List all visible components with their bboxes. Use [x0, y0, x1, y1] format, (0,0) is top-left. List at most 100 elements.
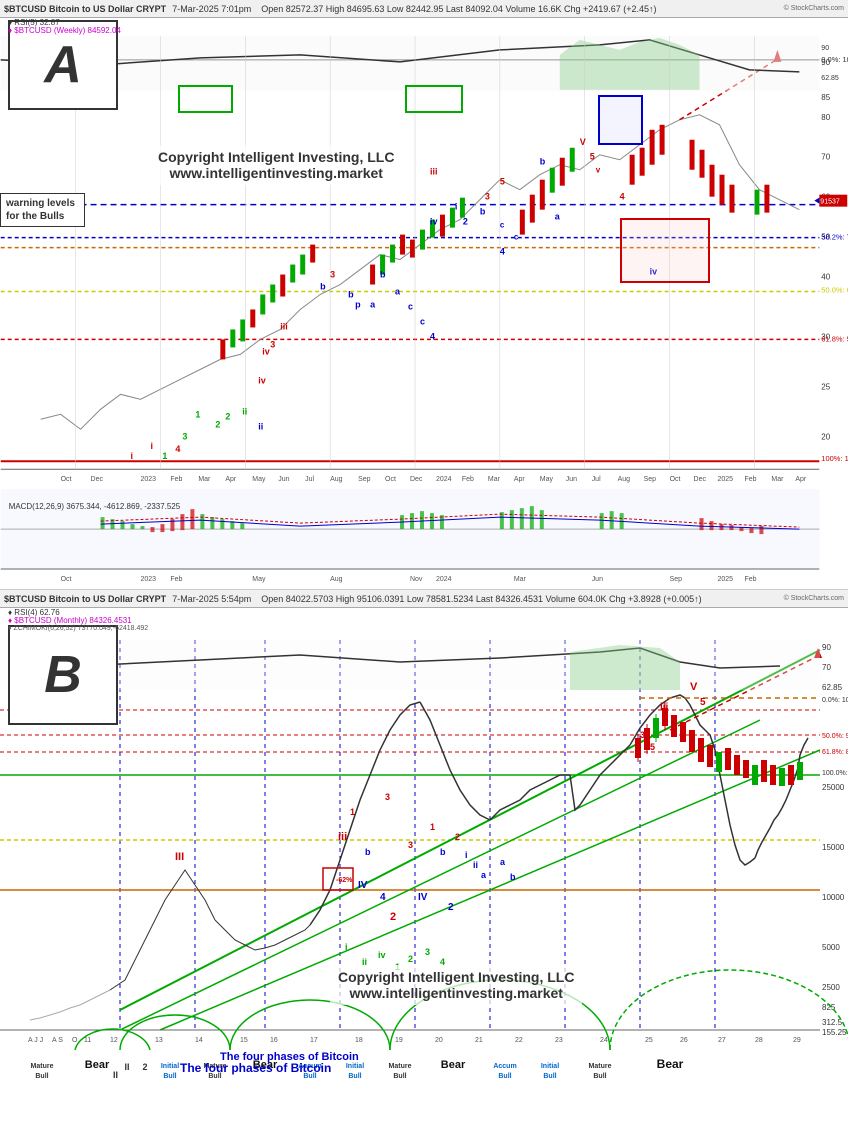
svg-text:Apr: Apr: [795, 476, 807, 483]
svg-text:Dec: Dec: [410, 476, 423, 483]
svg-text:5: 5: [700, 697, 706, 708]
svg-text:3: 3: [385, 792, 390, 802]
svg-text:May: May: [252, 576, 266, 583]
svg-text:90: 90: [821, 45, 829, 52]
svg-text:i: i: [345, 942, 348, 952]
svg-text:2500: 2500: [822, 983, 840, 992]
chart-a-title: $BTCUSD Bitcoin to US Dollar CRYPT: [4, 4, 166, 14]
svg-text:2: 2: [408, 954, 413, 964]
svg-text:Accum: Accum: [493, 1063, 516, 1070]
svg-text:O: O: [72, 1037, 78, 1044]
svg-text:62.85: 62.85: [822, 683, 843, 692]
svg-text:A S: A S: [52, 1037, 63, 1044]
svg-text:3: 3: [408, 840, 413, 850]
svg-text:5: 5: [590, 152, 595, 162]
svg-text:3: 3: [485, 192, 490, 202]
svg-text:b: b: [540, 157, 546, 167]
svg-text:Jul: Jul: [305, 476, 314, 483]
svg-text:b: b: [440, 847, 446, 857]
svg-text:25: 25: [645, 1037, 653, 1044]
svg-text:20: 20: [435, 1037, 443, 1044]
svg-text:312.5: 312.5: [822, 1018, 843, 1027]
green-rect-2: [405, 85, 463, 113]
svg-text:13: 13: [155, 1037, 163, 1044]
svg-text:b: b: [348, 289, 354, 299]
chart-b-ohlcv: Open 84022.5703 High 95106.0391 Low 7858…: [261, 594, 701, 604]
svg-text:17: 17: [310, 1037, 318, 1044]
svg-text:Jul: Jul: [592, 476, 601, 483]
svg-text:Mature: Mature: [589, 1063, 612, 1070]
svg-text:IV: IV: [418, 892, 428, 903]
svg-text:Mar: Mar: [198, 476, 211, 483]
svg-text:28: 28: [755, 1037, 763, 1044]
svg-text:50.0%: 90660.8: 50.0%: 90660.8: [822, 733, 848, 740]
svg-text:c: c: [408, 301, 413, 311]
svg-text:Feb: Feb: [170, 576, 182, 583]
copyright-b: Copyright Intelligent Investing, LLC www…: [330, 965, 582, 1005]
svg-text:2025: 2025: [718, 476, 734, 483]
green-rect-1: [178, 85, 233, 113]
svg-text:iii: iii: [430, 167, 437, 177]
svg-text:v: v: [596, 166, 601, 175]
svg-text:2023: 2023: [140, 576, 156, 583]
svg-text:c: c: [500, 221, 505, 230]
chart-b-label: B: [44, 645, 82, 705]
svg-text:Jun: Jun: [566, 476, 577, 483]
svg-text:2025: 2025: [718, 576, 734, 583]
svg-text:2: 2: [390, 911, 396, 923]
svg-text:b: b: [365, 847, 371, 857]
svg-text:Mar: Mar: [514, 576, 527, 583]
svg-text:i: i: [150, 441, 153, 451]
svg-text:Aug: Aug: [330, 476, 343, 483]
svg-text:15000: 15000: [822, 843, 845, 852]
svg-text:Bull: Bull: [35, 1073, 48, 1080]
svg-text:Initial: Initial: [161, 1063, 179, 1070]
svg-text:19: 19: [395, 1037, 403, 1044]
svg-text:Bear: Bear: [85, 1059, 110, 1071]
svg-text:ii: ii: [242, 406, 247, 416]
svg-text:ii: ii: [258, 421, 263, 431]
svg-text:Dec: Dec: [694, 476, 707, 483]
svg-text:5: 5: [500, 177, 505, 187]
blue-rect-1: [598, 95, 643, 145]
svg-text:Apr: Apr: [514, 476, 526, 483]
svg-text:14: 14: [195, 1037, 203, 1044]
svg-text:4: 4: [500, 247, 505, 257]
chart-a-ohlcv: Open 82572.37 High 84695.63 Low 82442.95…: [261, 4, 656, 14]
svg-text:80: 80: [821, 113, 830, 122]
chart-a-header: $BTCUSD Bitcoin to US Dollar CRYPT 7-Mar…: [0, 0, 848, 18]
svg-text:Initial: Initial: [541, 1063, 559, 1070]
svg-text:b: b: [510, 872, 516, 882]
svg-text:22: 22: [515, 1037, 523, 1044]
svg-text:1: 1: [350, 807, 355, 817]
svg-text:Bear: Bear: [657, 1057, 684, 1071]
svg-text:10000: 10000: [822, 893, 845, 902]
svg-text:Bull: Bull: [543, 1073, 556, 1080]
svg-text:23: 23: [555, 1037, 563, 1044]
indicator-b: ♦ ZCHIMOKI(6,26,52) 73770.049,-62418.492: [8, 625, 148, 632]
svg-text:Initial: Initial: [346, 1063, 364, 1070]
svg-text:Sep: Sep: [358, 476, 371, 483]
svg-text:Bull: Bull: [593, 1073, 606, 1080]
svg-text:29: 29: [793, 1037, 801, 1044]
chart-b: $BTCUSD Bitcoin to US Dollar CRYPT 7-Mar…: [0, 590, 848, 1125]
svg-text:iv: iv: [430, 217, 437, 227]
svg-text:4: 4: [620, 192, 625, 202]
svg-text:25000: 25000: [822, 783, 845, 792]
svg-text:91537: 91537: [820, 199, 840, 206]
svg-text:100%: 19460.51: 100%: 19460.51: [821, 454, 848, 463]
svg-text:iv: iv: [258, 375, 265, 385]
svg-text:155.25: 155.25: [822, 1028, 847, 1037]
svg-text:Sep: Sep: [670, 576, 683, 583]
chart-a-label: A: [44, 35, 82, 95]
svg-text:2: 2: [225, 411, 230, 421]
svg-text:May: May: [252, 476, 266, 483]
svg-text:Bull: Bull: [498, 1073, 511, 1080]
svg-text:2: 2: [448, 902, 454, 913]
svg-text:Mature: Mature: [31, 1063, 54, 1070]
svg-text:Bear: Bear: [441, 1059, 466, 1071]
svg-text:100.0%: 24870.10: 100.0%: 24870.10: [822, 770, 848, 777]
svg-text:3: 3: [182, 431, 187, 441]
svg-text:24: 24: [600, 1037, 608, 1044]
stockcharts-label-a: © StockCharts.com: [784, 5, 844, 12]
